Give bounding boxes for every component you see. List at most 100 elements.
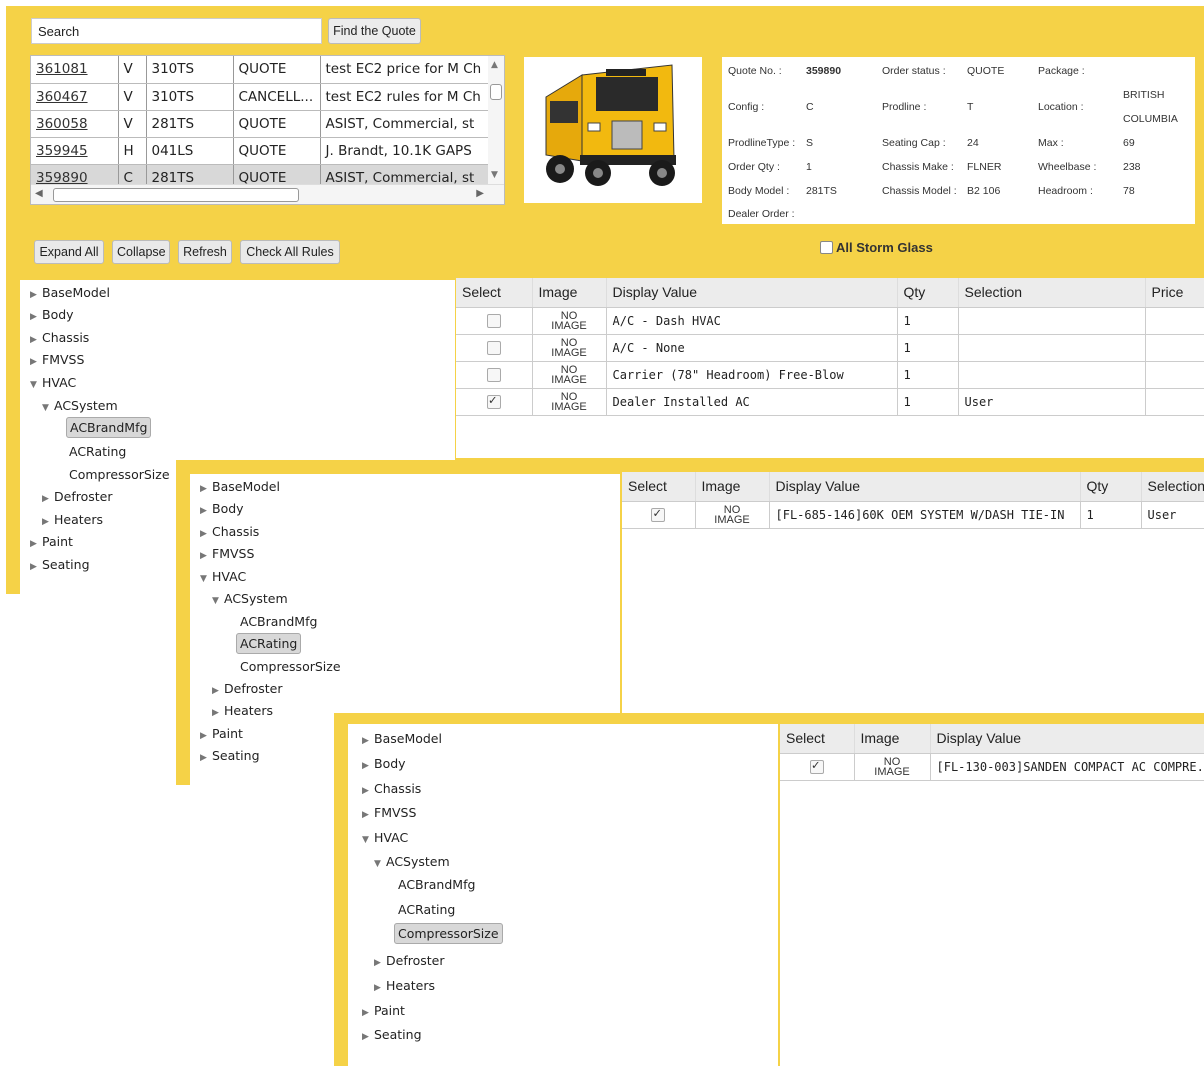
tree-node-paint[interactable]: ▶ Paint [30,534,73,549]
tree-node-paint[interactable]: ▶ Paint [200,726,243,741]
expand-arrow-icon[interactable]: ▶ [212,708,224,718]
tree-node-hvac[interactable]: ▼ HVAC [200,569,246,584]
column-header-price[interactable]: Price [1145,278,1204,308]
tree-node-defroster[interactable]: ▶ Defroster [42,489,112,504]
expand-arrow-icon[interactable]: ▶ [30,357,42,367]
expand-arrow-icon[interactable]: ▶ [30,562,42,572]
expand-arrow-icon[interactable]: ▶ [374,958,386,968]
table-row[interactable]: NOIMAGE[FL-130-003]SANDEN COMPACT AC COM… [780,753,1204,781]
quote-row[interactable]: 360058 V 281TS QUOTE ASIST, Commercial, st [31,110,492,138]
scroll-thumb[interactable] [490,84,502,100]
tree-node-compressorsize[interactable]: CompressorSize [69,467,170,482]
quote-number[interactable]: 361081 [31,56,119,84]
expand-arrow-icon[interactable]: ▶ [200,529,212,539]
expand-arrow-icon[interactable]: ▶ [362,1008,374,1018]
column-header-qty[interactable]: Qty [897,278,959,308]
select-checkbox[interactable] [486,313,501,328]
quote-row[interactable]: 359945 H 041LS QUOTE J. Brandt, 10.1K GAPS [31,137,492,165]
expand-arrow-icon[interactable]: ▶ [30,312,42,322]
tree-node-body[interactable]: ▶ Body [30,307,74,322]
column-header-selection[interactable]: Selection [1141,472,1204,502]
expand-arrow-icon[interactable]: ▶ [374,983,386,993]
quote-number[interactable]: 360058 [31,110,119,138]
expand-arrow-icon[interactable]: ▶ [212,686,224,696]
search-input[interactable] [31,18,322,44]
tree-node-heaters[interactable]: ▶ Heaters [42,512,103,527]
collapse-arrow-icon[interactable]: ▼ [362,835,374,845]
quote-number[interactable]: 360467 [31,83,119,111]
tree-node-defroster[interactable]: ▶ Defroster [212,681,282,696]
expand-arrow-icon[interactable]: ▶ [362,761,374,771]
refresh-button[interactable]: Refresh [178,240,232,264]
tree-node-fmvss[interactable]: ▶ FMVSS [200,546,254,561]
select-checkbox[interactable] [486,367,501,382]
expand-arrow-icon[interactable]: ▶ [200,551,212,561]
quote-list[interactable]: 361081 V 310TS QUOTE test EC2 price for M Ch… [30,55,505,205]
column-header-display[interactable]: Display Value [769,472,1081,502]
tree-node-fmvss[interactable]: ▶ FMVSS [30,352,84,367]
select-checkbox[interactable] [651,506,666,522]
table-row[interactable]: NO IMAGE A/C - Dash HVAC 1 [456,307,1204,335]
tree-node-chassis[interactable]: ▶ Chassis [200,524,259,539]
select-checkbox[interactable] [486,393,501,409]
expand-arrow-icon[interactable]: ▶ [362,736,374,746]
select-checkbox[interactable] [486,340,501,355]
tree-node-seating[interactable]: ▶ Seating [30,557,90,572]
expand-arrow-icon[interactable]: ▶ [200,731,212,741]
scroll-up-icon[interactable]: ▲ [491,60,498,70]
scroll-right-icon[interactable]: ▶ [476,188,484,199]
expand-arrow-icon[interactable]: ▶ [42,494,54,504]
tree-node-seating[interactable]: ▶ Seating [200,748,260,763]
scroll-left-icon[interactable]: ◀ [35,188,43,199]
quote-row[interactable]: 360467 V 310TS CANCELL... test EC2 rules for… [31,83,492,111]
expand-arrow-icon[interactable]: ▶ [200,506,212,516]
column-header-image[interactable]: Image [695,472,770,502]
tree-node-acbrandmfg[interactable]: ACBrandMfg [240,614,317,629]
column-header-display[interactable]: Display Value [606,278,898,308]
collapse-arrow-icon[interactable]: ▼ [374,859,386,869]
tree-node-acbrandmfg[interactable]: ACBrandMfg [398,877,475,892]
horizontal-scrollbar[interactable]: ◀ ▶ [31,184,504,204]
column-header-selection[interactable]: Selection [958,278,1146,308]
collapse-arrow-icon[interactable]: ▼ [212,596,224,606]
collapse-arrow-icon[interactable]: ▼ [30,380,42,390]
tree-node-fmvss[interactable]: ▶ FMVSS [362,805,416,820]
quote-row[interactable]: 361081 V 310TS QUOTE test EC2 price for M Ch [31,56,492,84]
expand-arrow-icon[interactable]: ▶ [200,484,212,494]
tree-node-hvac[interactable]: ▼ HVAC [362,830,408,845]
tree-node-body[interactable]: ▶ Body [362,756,406,771]
scroll-down-icon[interactable]: ▼ [491,170,498,180]
tree-node-compressorsize[interactable]: CompressorSize [240,659,341,674]
column-header-select[interactable]: Select [780,724,855,754]
column-header-display[interactable]: Display Value [930,724,1204,754]
tree-node-chassis[interactable]: ▶ Chassis [30,330,89,345]
column-header-select[interactable]: Select [456,278,533,308]
tree-node-paint[interactable]: ▶ Paint [362,1003,405,1018]
tree-node-acbrandmfg[interactable]: ACBrandMfg [66,417,152,438]
column-header-select[interactable]: Select [622,472,696,502]
vertical-scrollbar[interactable]: ▲ ▼ [488,56,504,184]
tree-node-body[interactable]: ▶ Body [200,501,244,516]
collapse-arrow-icon[interactable]: ▼ [42,403,54,413]
expand-arrow-icon[interactable]: ▶ [42,517,54,527]
tree-node-defroster[interactable]: ▶ Defroster [374,953,444,968]
expand-all-button[interactable]: Expand All [34,240,104,264]
tree-node-hvac[interactable]: ▼ HVAC [30,375,76,390]
storm-glass-checkbox[interactable]: All Storm Glass [820,240,933,255]
expand-arrow-icon[interactable]: ▶ [362,1032,374,1042]
quote-number[interactable]: 359945 [31,137,119,165]
expand-arrow-icon[interactable]: ▶ [30,539,42,549]
tree-node-basemodel[interactable]: ▶ BaseModel [30,285,110,300]
tree-node-basemodel[interactable]: ▶ BaseModel [362,731,442,746]
table-row[interactable]: NO IMAGE Carrier (78" Headroom) Free-Blow 1 [456,361,1204,389]
select-checkbox[interactable] [809,758,824,774]
expand-arrow-icon[interactable]: ▶ [362,810,374,820]
tree-node-seating[interactable]: ▶ Seating [362,1027,422,1042]
expand-arrow-icon[interactable]: ▶ [30,290,42,300]
tree-node-acrating[interactable]: ACRating [236,633,302,654]
tree-node-acsystem[interactable]: ▼ ACSystem [374,854,450,869]
expand-arrow-icon[interactable]: ▶ [362,786,374,796]
collapse-arrow-icon[interactable]: ▼ [200,574,212,584]
table-row[interactable]: NOIMAGE[FL-685-146]60K OEM SYSTEM W/DASH… [622,501,1204,529]
column-header-qty[interactable]: Qty [1080,472,1142,502]
